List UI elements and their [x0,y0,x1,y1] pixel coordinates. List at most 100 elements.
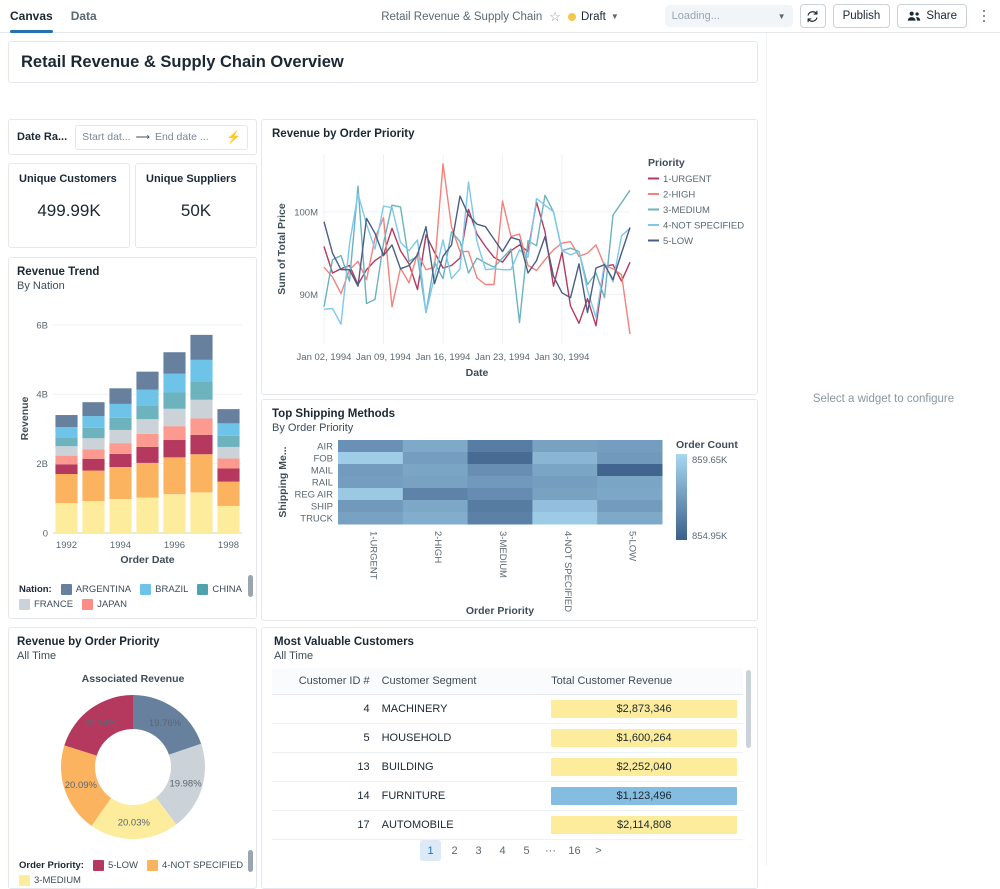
column-header-total-revenue[interactable]: Total Customer Revenue [545,668,743,695]
document-title: Retail Revenue & Supply Chain [381,11,542,23]
arrow-right-icon: ⟶ [136,132,150,143]
widget-title: Revenue by Order Priority [272,128,749,140]
widget-subtitle: All Time [17,650,248,662]
tab-data[interactable]: Data [71,0,97,33]
svg-text:4B: 4B [36,390,48,401]
svg-text:SHIP: SHIP [311,502,333,513]
table-row[interactable]: 4MACHINERY$2,873,346 [272,695,743,724]
tab-canvas-label: Canvas [10,9,53,23]
dashboard-canvas: Retail Revenue & Supply Chain Overview D… [0,33,766,865]
top-shipping-methods-heatmap-widget[interactable]: Top Shipping Methods By Order Priority A… [261,399,758,621]
svg-text:19.98%: 19.98% [169,779,202,790]
legend-item[interactable]: JAPAN [82,599,127,610]
legend-swatch [82,599,93,610]
customers-table: Customer ID # Customer Segment Total Cus… [272,668,743,840]
svg-text:19.76%: 19.76% [149,718,182,729]
svg-text:4-NOT SPECIFIED: 4-NOT SPECIFIED [562,531,573,612]
svg-text:90M: 90M [300,290,319,301]
dashboard-title-widget[interactable]: Retail Revenue & Supply Chain Overview [8,41,758,83]
stacked-bar-chart: 02B4B6B1992199419961998Order DateRevenue [17,292,250,577]
legend-item[interactable]: 4-NOT SPECIFIED [147,860,243,871]
svg-text:Jan 23, 1994: Jan 23, 1994 [475,352,530,363]
revenue-trend-widget[interactable]: Revenue Trend By Nation 02B4B6B199219941… [8,257,257,619]
tab-data-label: Data [71,9,97,23]
legend-item[interactable]: BRAZIL [140,584,188,595]
pagination-page[interactable]: 2 [444,840,465,861]
widget-title: Revenue Trend [17,266,248,278]
svg-text:100M: 100M [294,207,318,218]
legend-title: Order Priority: [19,860,84,871]
pagination-page-current[interactable]: 1 [420,840,441,861]
kpi-widget-unique-suppliers[interactable]: Unique Suppliers 50K [135,163,257,248]
cell-customer-id: 13 [272,753,376,782]
legend-item[interactable]: 5-LOW [93,860,138,871]
svg-text:Jan 09, 1994: Jan 09, 1994 [356,352,411,363]
svg-text:Associated Revenue: Associated Revenue [82,673,185,685]
page-title: Retail Revenue & Supply Chain Overview [21,53,344,72]
legend-item[interactable]: FRANCE [19,599,73,610]
column-header-customer-id[interactable]: Customer ID # [272,668,376,695]
table-row[interactable]: 13BUILDING$2,252,040 [272,753,743,782]
pagination-page[interactable]: 3 [468,840,489,861]
legend-item[interactable]: 3-MEDIUM [19,875,81,886]
table-row[interactable]: 14FURNITURE$1,123,496 [272,782,743,811]
svg-text:REG AIR: REG AIR [294,490,333,501]
table-row[interactable]: 17AUTOMOBILE$2,114,808 [272,811,743,840]
tab-canvas[interactable]: Canvas [10,0,53,33]
revenue-by-priority-donut-widget[interactable]: Revenue by Order Priority All Time Assoc… [8,627,257,889]
legend-swatch [197,584,208,595]
svg-text:20.03%: 20.03% [118,817,151,828]
pagination-next-button[interactable]: > [588,840,609,861]
svg-text:Order Priority: Order Priority [466,605,534,617]
column-header-customer-segment[interactable]: Customer Segment [376,668,546,695]
svg-text:MAIL: MAIL [311,466,333,477]
lightning-bolt-icon[interactable]: ⚡ [226,130,241,144]
widget-scrollbar[interactable] [248,575,253,597]
kpi-value: 50K [146,201,246,221]
svg-text:2-HIGH: 2-HIGH [432,531,443,563]
legend-label: BRAZIL [155,584,188,595]
refresh-button[interactable] [800,4,826,28]
revenue-bar: $2,873,346 [551,700,737,718]
date-range-input[interactable]: Start dat... ⟶ End date ... ⚡ [75,125,248,150]
table-scrollbar[interactable] [746,670,751,748]
svg-text:20.09%: 20.09% [65,780,98,791]
svg-text:Revenue: Revenue [19,396,31,440]
cell-customer-segment: HOUSEHOLD [376,724,546,753]
svg-text:2B: 2B [36,459,48,470]
legend-item[interactable]: ARGENTINA [61,584,131,595]
kpi-widget-unique-customers[interactable]: Unique Customers 499.99K [8,163,130,248]
svg-text:Priority: Priority [648,157,685,169]
most-valuable-customers-widget[interactable]: Most Valuable Customers All Time Custome… [261,627,758,889]
publish-button[interactable]: Publish [833,4,891,28]
cell-customer-id: 5 [272,724,376,753]
legend-label: ARGENTINA [76,584,131,595]
pagination-page[interactable]: 16 [564,840,585,861]
svg-text:Sum of Total Price: Sum of Total Price [276,203,288,295]
widget-title: Most Valuable Customers [274,636,757,648]
legend-swatch [19,875,30,886]
pagination-page[interactable]: ··· [540,840,561,861]
cell-customer-segment: AUTOMOBILE [376,811,546,840]
star-outline-icon[interactable]: ☆ [549,10,561,23]
status-badge[interactable]: Draft ▼ [568,11,619,23]
svg-text:RAIL: RAIL [312,478,333,489]
revenue-by-order-priority-line-widget[interactable]: Revenue by Order Priority 90M100MJan 02,… [261,119,758,395]
widget-subtitle: All Time [274,650,757,662]
share-button[interactable]: Share [897,4,967,28]
view-tabs: Canvas Data [0,0,97,33]
widget-scrollbar[interactable] [248,850,253,872]
table-row[interactable]: 5HOUSEHOLD$1,600,264 [272,724,743,753]
svg-text:5-LOW: 5-LOW [663,236,693,247]
dataset-select[interactable]: Loading... ▼ [665,5,793,27]
share-label: Share [926,10,957,22]
start-date-placeholder: Start dat... [82,131,130,143]
legend-item[interactable]: CHINA [197,584,242,595]
kebab-menu-icon[interactable] [976,10,992,23]
pagination-page[interactable]: 4 [492,840,513,861]
refresh-icon [806,10,819,23]
svg-text:0: 0 [43,529,48,540]
date-range-filter-widget[interactable]: Date Ra... Start dat... ⟶ End date ... ⚡ [8,119,257,155]
pagination-page[interactable]: 5 [516,840,537,861]
legend-swatch [147,860,158,871]
